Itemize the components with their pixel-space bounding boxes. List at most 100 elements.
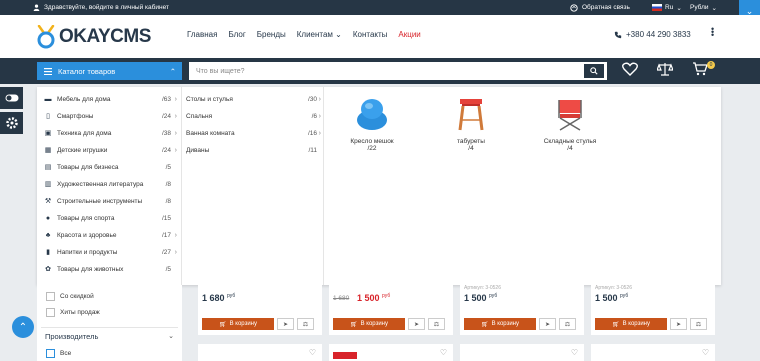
category-item[interactable]: ▣ Техника для дома/38 ›	[42, 125, 179, 141]
price-value: 1 680	[202, 293, 225, 303]
one-click-buy-button[interactable]: ➤	[539, 318, 556, 330]
send-icon: ➤	[675, 321, 682, 328]
chevron-right-icon: ›	[318, 129, 321, 137]
compare-scale-icon[interactable]	[657, 62, 673, 76]
heart-icon[interactable]	[622, 62, 638, 76]
search-button[interactable]	[581, 62, 607, 80]
one-click-buy-button[interactable]: ➤	[408, 318, 425, 330]
nav-item-contacts[interactable]: Контакты	[353, 30, 388, 39]
category-label: Мебель для дома	[57, 95, 111, 103]
compare-button[interactable]: ⚖	[297, 318, 314, 330]
heart-icon[interactable]: ♡	[440, 348, 447, 357]
settings-button[interactable]	[0, 112, 23, 134]
category-count: /15	[161, 214, 171, 222]
nav-item-sales[interactable]: Акции	[398, 30, 420, 39]
category-count: /63	[161, 95, 171, 103]
add-to-cart-button[interactable]: 🛒︎ В корзину	[595, 318, 667, 330]
currency-select[interactable]: Рубли ⌄	[690, 4, 717, 12]
category-item[interactable]: ▯ Смартфоны/24 ›	[42, 108, 179, 124]
toys-icon: ▦	[44, 147, 52, 154]
logo[interactable]: OKAYCMS	[36, 25, 151, 49]
heart-icon[interactable]: ♡	[571, 348, 578, 357]
category-item[interactable]: ♣ Красота и здоровье/17 ›	[42, 227, 179, 243]
theme-toggle-button[interactable]	[0, 87, 23, 109]
category-item[interactable]: ▬ Мебель для дома/63 ›	[42, 91, 179, 107]
nav-item-home[interactable]: Главная	[187, 30, 217, 39]
subcategory-item[interactable]: Ванная комната/16 ›	[186, 125, 321, 141]
chevron-right-icon: ›	[174, 112, 177, 120]
add-to-cart-button[interactable]: 🛒︎ В корзину	[464, 318, 536, 330]
login-link[interactable]: Здравствуйте, войдите в личный кабинет	[33, 4, 169, 11]
more-menu-icon[interactable]: • • •	[711, 25, 715, 40]
featured-subcategory[interactable]: Складные стулья /4	[525, 96, 615, 152]
all-checkbox[interactable]	[46, 349, 55, 358]
phone-link[interactable]: +380 44 290 3833	[614, 30, 691, 39]
category-item[interactable]: ▥ Художественная литература/8	[42, 176, 179, 192]
product-card: ♡	[198, 344, 322, 361]
buy-label: В корзину	[491, 321, 519, 327]
filter-option-label: Хиты продаж	[60, 309, 100, 316]
nav-item-brands[interactable]: Бренды	[257, 30, 286, 39]
category-item[interactable]: ✿ Товары для животных/5	[42, 261, 179, 277]
featured-label: табуреты	[457, 138, 485, 145]
one-click-buy-button[interactable]: ➤	[670, 318, 687, 330]
one-click-buy-button[interactable]: ➤	[277, 318, 294, 330]
add-to-cart-button[interactable]: 🛒︎ В корзину	[333, 318, 405, 330]
subcategory-label: Спальня	[186, 112, 213, 120]
product-card: ♡	[460, 344, 584, 361]
smartphone-icon: ▯	[46, 113, 50, 120]
subcategory-item[interactable]: Спальня/6 ›	[186, 108, 321, 124]
product-card: Артикул: 3-0526 1 500 руб 🛒︎ В корзину ➤ …	[591, 285, 715, 335]
chevron-down-icon[interactable]: ⌄	[168, 332, 174, 340]
logo-text: OKAYCMS	[59, 26, 151, 47]
featured-subcategory[interactable]: табуреты /4	[426, 96, 516, 152]
compare-button[interactable]: ⚖	[559, 318, 576, 330]
chevron-down-icon: ⌄	[711, 4, 717, 12]
search-bar: Каталог товаров ⌃ Что вы ищете? 0	[0, 58, 760, 84]
category-item[interactable]: ● Товары для спорта/15	[42, 210, 179, 226]
filter-section-title[interactable]: Производитель	[45, 332, 98, 341]
buy-label: В корзину	[622, 321, 650, 327]
send-icon: ➤	[282, 321, 289, 328]
heart-icon[interactable]: ♡	[702, 348, 709, 357]
add-to-cart-button[interactable]: 🛒︎ В корзину	[202, 318, 274, 330]
subcategory-item[interactable]: Диваны/11	[186, 142, 321, 158]
gear-icon	[5, 117, 18, 129]
cart-icon: 🛒︎	[218, 321, 227, 328]
price-value: 1 500	[595, 293, 618, 303]
header-actions	[622, 62, 708, 76]
catalog-button[interactable]: Каталог товаров ⌃	[37, 62, 182, 80]
featured-count: /22	[367, 145, 377, 152]
heart-icon[interactable]: ♡	[309, 348, 316, 357]
category-label: Красота и здоровье	[57, 231, 117, 239]
nav-item-blog[interactable]: Блог	[228, 30, 245, 39]
nav-item-clients[interactable]: Клиентам ⌄	[297, 30, 342, 39]
filter-option-label: Все	[60, 350, 72, 357]
featured-subcategory[interactable]: Кресло мешок /22	[327, 96, 417, 152]
category-list: ▬ Мебель для дома/63 › ▯ Смартфоны/24 › ▣ Тех…	[37, 87, 182, 285]
compare-button[interactable]: ⚖	[428, 318, 445, 330]
paw-icon: ✿	[45, 266, 51, 273]
chevron-down-icon: ⌄	[335, 30, 342, 39]
featured-label: Складные стулья	[543, 138, 597, 145]
category-label: Строительные инструменты	[57, 197, 143, 205]
search-input[interactable]: Что вы ищете?	[189, 62, 581, 80]
beauty-icon: ♣	[45, 231, 51, 239]
discount-checkbox[interactable]	[46, 292, 55, 301]
language-select[interactable]: Ru ⌄	[652, 4, 682, 12]
category-item[interactable]: ⚒ Строительные инструменты/8	[42, 193, 179, 209]
scroll-to-top-button[interactable]: ⌃	[12, 316, 34, 338]
product-article: Артикул: 3-0526	[464, 285, 501, 291]
cart-icon[interactable]	[692, 62, 708, 76]
drinks-icon: ▮	[46, 249, 50, 256]
cart-icon: 🛒︎	[349, 321, 358, 328]
category-item[interactable]: ▤ Товары для бизнеса/5	[42, 159, 179, 175]
category-count: /38	[161, 129, 171, 137]
bestsellers-checkbox[interactable]	[46, 308, 55, 317]
subcategory-item[interactable]: Столы и стулья/30 ›	[186, 91, 321, 107]
feedback-link[interactable]: Обратная связь	[570, 3, 630, 12]
category-item[interactable]: ▮ Напитки и продукты/27 ›	[42, 244, 179, 260]
category-item[interactable]: ▦ Детские игрушки/24 ›	[42, 142, 179, 158]
category-label: Товары для бизнеса	[57, 163, 119, 171]
compare-button[interactable]: ⚖	[690, 318, 707, 330]
